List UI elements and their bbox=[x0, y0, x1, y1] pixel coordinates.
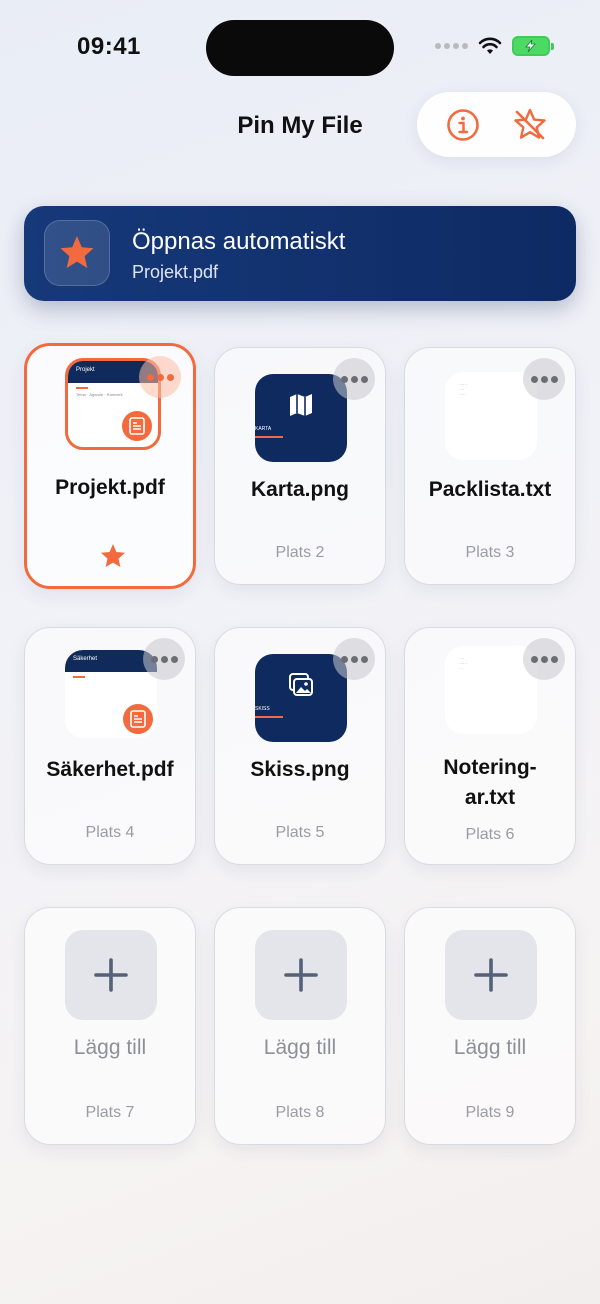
more-button[interactable] bbox=[333, 358, 375, 400]
file-name: Karta.png bbox=[250, 478, 349, 501]
more-button[interactable] bbox=[143, 638, 185, 680]
unpin-button[interactable] bbox=[508, 103, 552, 147]
add-label: Lägg till bbox=[263, 1036, 337, 1059]
status-time: 09:41 bbox=[77, 33, 141, 60]
file-slot-6[interactable]: ···· ······ ··· Notering- ar.txt Plats 6 bbox=[404, 627, 576, 865]
slot-label: Plats 8 bbox=[275, 1104, 325, 1121]
battery-charging-icon bbox=[512, 36, 554, 56]
file-slot-1[interactable]: Projekt Tema · Ägande · Ramverk Projekt.… bbox=[24, 343, 196, 589]
file-name: Packlista.txt bbox=[428, 478, 552, 501]
file-slot-4[interactable]: Säkerhet Säkerhet.pdf Plats 4 bbox=[24, 627, 196, 865]
auto-open-banner[interactable]: Öppnas automatiskt Projekt.pdf bbox=[24, 206, 576, 301]
file-slot-3[interactable]: ······ ···· ····· Packlista.txt Plats 3 bbox=[404, 347, 576, 585]
slot-label: Plats 7 bbox=[85, 1104, 135, 1121]
photos-icon bbox=[289, 673, 313, 696]
dynamic-island bbox=[206, 20, 394, 76]
info-button[interactable] bbox=[441, 103, 485, 147]
header-actions bbox=[417, 92, 576, 157]
status-indicators bbox=[435, 36, 554, 56]
plus-icon bbox=[474, 958, 508, 992]
add-file-button[interactable] bbox=[255, 930, 347, 1020]
more-button[interactable] bbox=[523, 358, 565, 400]
empty-slot-9[interactable]: Lägg till Plats 9 bbox=[404, 907, 576, 1145]
empty-slot-8[interactable]: Lägg till Plats 8 bbox=[214, 907, 386, 1145]
file-slot-2[interactable]: KARTA Karta.png Plats 2 bbox=[214, 347, 386, 585]
add-label: Lägg till bbox=[453, 1036, 527, 1059]
favorite-star-icon bbox=[101, 544, 125, 567]
slot-label: Plats 6 bbox=[465, 826, 515, 843]
slot-label: Plats 5 bbox=[275, 824, 325, 841]
more-button[interactable] bbox=[523, 638, 565, 680]
file-name: Skiss.png bbox=[250, 758, 350, 781]
cellular-signal-icon bbox=[435, 43, 468, 49]
slot-label: Plats 9 bbox=[465, 1104, 515, 1121]
file-name: Säkerhet.pdf bbox=[46, 758, 174, 781]
add-file-button[interactable] bbox=[65, 930, 157, 1020]
banner-icon-box bbox=[44, 220, 110, 286]
star-slash-icon bbox=[514, 108, 546, 139]
thumbnail-caption: SKISS bbox=[255, 706, 270, 712]
empty-slot-7[interactable]: Lägg till Plats 7 bbox=[24, 907, 196, 1145]
add-file-button[interactable] bbox=[445, 930, 537, 1020]
file-name-continued: ar.txt bbox=[464, 786, 516, 809]
pdf-badge-icon bbox=[123, 704, 153, 734]
file-name: Projekt.pdf bbox=[55, 476, 165, 499]
map-icon bbox=[290, 394, 312, 416]
thumbnail-caption: KARTA bbox=[255, 426, 272, 432]
slot-label: Plats 4 bbox=[85, 824, 135, 841]
slot-label: Plats 3 bbox=[465, 544, 515, 561]
wifi-icon bbox=[478, 37, 502, 54]
plus-icon bbox=[94, 958, 128, 992]
more-button[interactable] bbox=[333, 638, 375, 680]
pdf-badge-icon bbox=[122, 411, 152, 441]
info-icon bbox=[446, 108, 479, 141]
banner-subtitle: Projekt.pdf bbox=[132, 262, 219, 282]
file-slot-5[interactable]: SKISS Skiss.png Plats 5 bbox=[214, 627, 386, 865]
banner-title: Öppnas automatiskt bbox=[132, 228, 346, 255]
more-button[interactable] bbox=[139, 356, 181, 398]
file-thumbnail: SKISS bbox=[255, 654, 347, 742]
file-name: Notering- bbox=[443, 756, 537, 779]
add-label: Lägg till bbox=[73, 1036, 147, 1059]
slot-label: Plats 2 bbox=[275, 544, 325, 561]
file-thumbnail: KARTA bbox=[255, 374, 347, 462]
star-icon bbox=[60, 236, 94, 268]
plus-icon bbox=[284, 958, 318, 992]
